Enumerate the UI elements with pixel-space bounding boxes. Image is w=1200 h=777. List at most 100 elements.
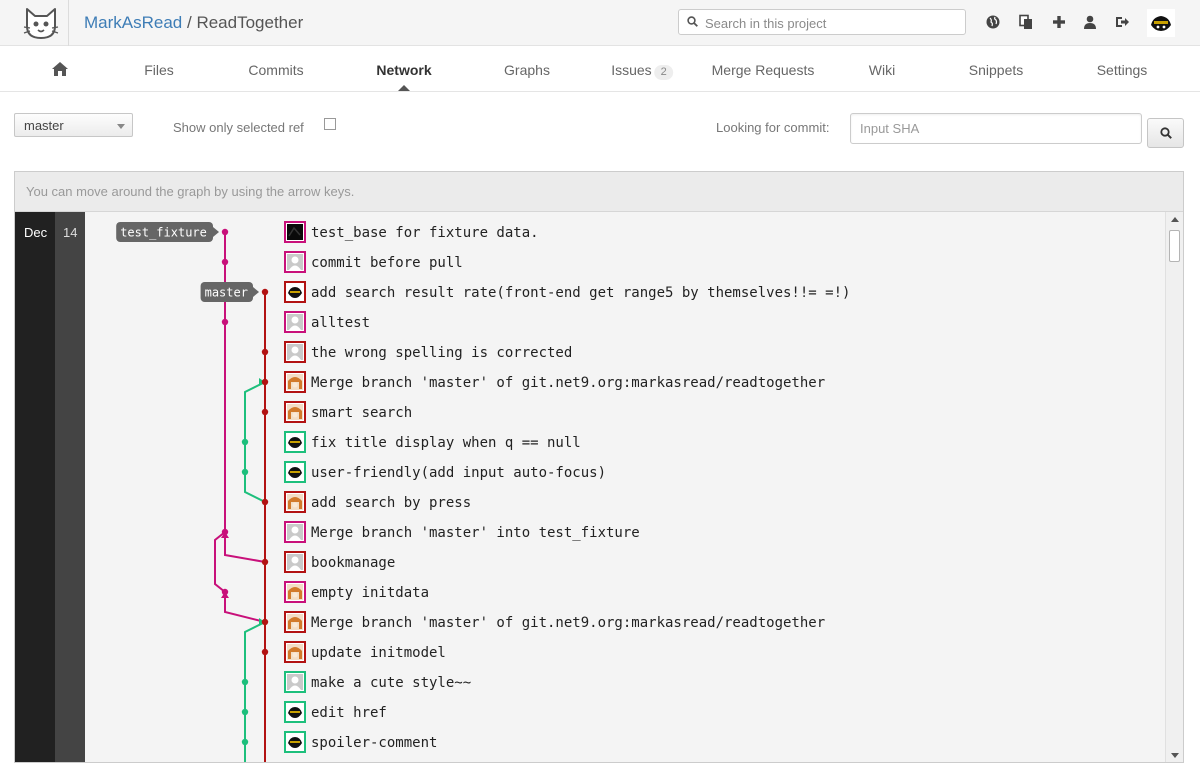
scroll-down-icon[interactable] xyxy=(1171,753,1179,758)
commit-row[interactable]: fix title display when q == null xyxy=(284,431,581,453)
namespace-link[interactable]: MarkAsRead xyxy=(84,13,182,32)
avatar-head xyxy=(291,316,299,324)
tab-commits-label: Commits xyxy=(248,62,304,78)
avatar-face xyxy=(292,502,298,508)
project-name[interactable]: ReadTogether xyxy=(196,13,303,32)
avatar-band xyxy=(290,471,300,473)
breadcrumb-separator: / xyxy=(182,13,197,32)
commit-message: update initmodel xyxy=(311,645,446,661)
search-input[interactable] xyxy=(703,12,957,34)
tab-merge-requests-label: Merge Requests xyxy=(711,62,815,78)
home-icon xyxy=(52,62,68,76)
tab-settings-label: Settings xyxy=(1096,62,1148,78)
tab-graphs-label: Graphs xyxy=(504,62,550,78)
tab-home[interactable] xyxy=(51,46,69,91)
commit-row[interactable]: add search result rate(front-end get ran… xyxy=(284,281,850,303)
graph-refs: test_fixturemaster xyxy=(116,222,259,302)
commit-row[interactable]: add search by press xyxy=(284,491,471,513)
tab-commits[interactable]: Commits xyxy=(248,46,303,91)
avatar-band xyxy=(290,741,300,743)
avatar-face xyxy=(292,412,298,418)
commit-rows: test_base for fixture data. commit before… xyxy=(284,221,850,753)
tab-merge-requests[interactable]: Merge Requests xyxy=(712,46,815,91)
commit-message: fix title display when q == null xyxy=(311,435,581,451)
commit-node xyxy=(261,288,269,296)
user-avatar[interactable] xyxy=(1147,9,1175,37)
graph-scrollbar[interactable] xyxy=(1165,212,1183,762)
issues-count-badge: 2 xyxy=(654,65,673,80)
ref-select[interactable]: master xyxy=(14,113,133,137)
commit-row[interactable]: test_base for fixture data. xyxy=(284,221,539,243)
commit-row[interactable]: bookmanage xyxy=(284,551,395,573)
ref-pointer xyxy=(213,227,219,237)
avatar-face xyxy=(292,382,298,388)
commit-node xyxy=(261,378,269,386)
commit-message: Merge branch 'master' of git.net9.org:ma… xyxy=(311,375,825,391)
commit-row[interactable]: update initmodel xyxy=(284,641,446,663)
only-selected-ref-checkbox[interactable] xyxy=(324,118,336,130)
commit-node xyxy=(261,558,269,566)
avatar-head xyxy=(291,256,299,264)
user-icon[interactable] xyxy=(1082,14,1098,30)
commit-node xyxy=(221,228,229,236)
avatar-face xyxy=(292,652,298,658)
commit-row[interactable]: make a cute style~~ xyxy=(284,671,471,693)
tab-wiki[interactable]: Wiki xyxy=(869,46,895,91)
avatar-head xyxy=(291,676,299,684)
header-divider xyxy=(68,0,69,46)
month-column xyxy=(15,212,55,762)
tab-graphs[interactable]: Graphs xyxy=(504,46,550,91)
commit-node xyxy=(221,258,229,266)
commit-message: bookmanage xyxy=(311,555,395,571)
search-icon xyxy=(687,16,698,27)
commit-row[interactable]: alltest xyxy=(284,311,370,333)
tab-issues[interactable]: Issues 2 xyxy=(611,46,673,91)
scroll-thumb[interactable] xyxy=(1169,230,1180,262)
tab-settings[interactable]: Settings xyxy=(1097,46,1148,91)
commit-message: user-friendly(add input auto-focus) xyxy=(311,465,606,481)
graph-edges xyxy=(214,232,266,762)
plus-icon[interactable] xyxy=(1051,14,1067,30)
commit-row[interactable]: smart search xyxy=(284,401,412,423)
commit-row[interactable]: Merge branch 'master' of git.net9.org:ma… xyxy=(284,611,825,633)
commit-row[interactable]: the wrong spelling is corrected xyxy=(284,341,572,363)
commit-message: smart search xyxy=(311,405,412,421)
globe-icon[interactable] xyxy=(985,14,1001,30)
ref-select-value: master xyxy=(24,118,64,133)
sha-search-button[interactable] xyxy=(1147,118,1184,148)
only-selected-ref-label: Show only selected ref xyxy=(173,120,304,135)
commit-row[interactable]: empty initdata xyxy=(284,581,429,603)
sign-out-icon[interactable] xyxy=(1114,14,1130,30)
network-graph-canvas[interactable]: Dec 14 test_fixturemaster test_base for … xyxy=(15,212,1165,763)
looking-for-commit-label: Looking for commit: xyxy=(716,120,830,135)
sha-input[interactable] xyxy=(850,113,1142,144)
active-tab-indicator xyxy=(398,85,410,91)
avatar-band xyxy=(290,441,300,443)
commit-row[interactable]: commit before pull xyxy=(284,251,463,273)
commit-row[interactable]: Merge branch 'master' of git.net9.org:ma… xyxy=(284,371,825,393)
commit-row[interactable]: edit href xyxy=(284,701,387,723)
commit-row[interactable]: user-friendly(add input auto-focus) xyxy=(284,461,606,483)
avatar-band xyxy=(290,291,300,293)
tab-snippets-label: Snippets xyxy=(968,62,1024,78)
avatar-face xyxy=(292,592,298,598)
commit-message: empty initdata xyxy=(311,585,429,601)
network-graph-panel: You can move around the graph by using t… xyxy=(14,171,1184,763)
tab-network-label: Network xyxy=(376,62,432,78)
month-label: Dec xyxy=(24,225,48,240)
avatar-face xyxy=(292,622,298,628)
commit-node xyxy=(261,618,269,626)
graph-edge xyxy=(224,592,266,623)
commit-row[interactable]: Merge branch 'master' into test_fixture xyxy=(284,521,640,543)
tab-snippets[interactable]: Snippets xyxy=(969,46,1023,91)
avatar-head xyxy=(291,526,299,534)
scroll-up-icon[interactable] xyxy=(1171,217,1179,222)
avatar-head xyxy=(291,346,299,354)
copy-icon[interactable] xyxy=(1018,14,1034,30)
gitlab-logo-icon[interactable] xyxy=(22,4,60,42)
commit-row[interactable]: spoiler-comment xyxy=(284,731,437,753)
project-search xyxy=(678,9,966,35)
tab-files[interactable]: Files xyxy=(144,46,174,91)
commit-node xyxy=(241,678,249,686)
commit-message: make a cute style~~ xyxy=(311,675,471,691)
